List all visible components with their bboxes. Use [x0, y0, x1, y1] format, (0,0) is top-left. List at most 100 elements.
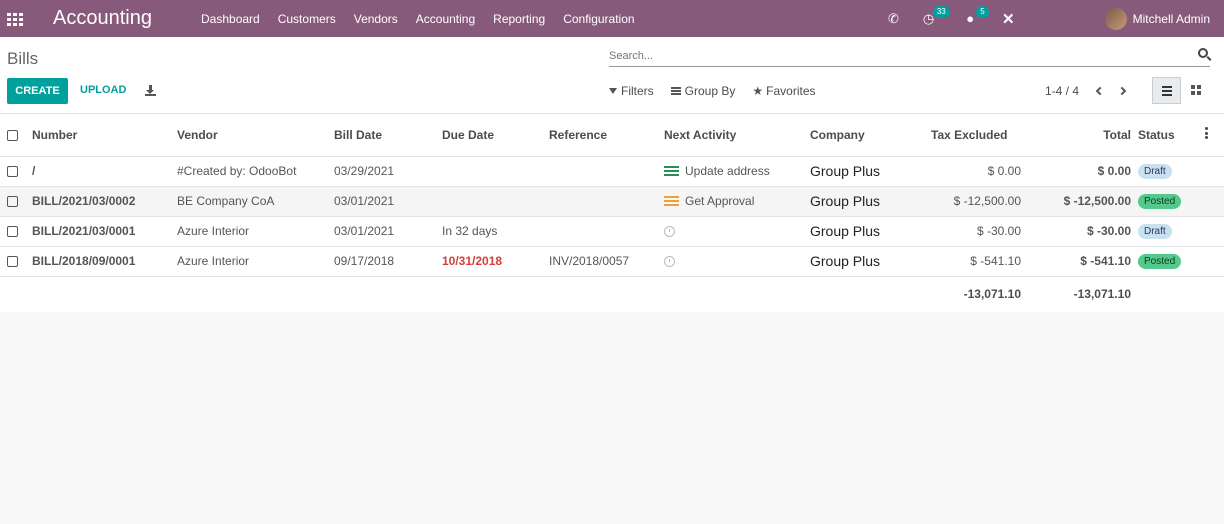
status-badge: Draft	[1138, 164, 1172, 179]
table-header-row: Number Vendor Bill Date Due Date Referen…	[0, 114, 1224, 157]
cell-tax-excluded: $ -541.10	[931, 246, 1021, 277]
user-avatar[interactable]	[1104, 7, 1127, 30]
cell-total: $ -30.00	[1021, 216, 1131, 247]
pager-next-icon[interactable]	[1117, 86, 1127, 96]
menu-vendors[interactable]: Vendors	[354, 12, 398, 26]
table-row[interactable]: BILL/2021/03/0001 Azure Interior 03/01/2…	[0, 216, 1224, 247]
table-row[interactable]: / #Created by: OdooBot 03/29/2021 Update…	[0, 156, 1224, 187]
col-vendor[interactable]: Vendor	[177, 114, 334, 157]
cell-reference: INV/2018/0057	[549, 246, 664, 277]
cell-total: $ -12,500.00	[1021, 186, 1131, 217]
col-due-date[interactable]: Due Date	[442, 114, 549, 157]
cell-company: Group Plus	[810, 186, 931, 217]
messages-count-badge: 5	[976, 6, 989, 18]
cell-company: Group Plus	[810, 216, 931, 247]
cell-tax-excluded: $ 0.00	[931, 156, 1021, 187]
pager-value[interactable]: 1-4 / 4	[1045, 84, 1079, 98]
kanban-view-button[interactable]	[1183, 77, 1212, 104]
cell-company: Group Plus	[810, 246, 931, 277]
cell-number: BILL/2018/09/0001	[32, 246, 177, 277]
app-title: Accounting	[53, 7, 152, 29]
cell-next-activity[interactable]	[664, 216, 810, 247]
upload-button[interactable]: UPLOAD	[80, 84, 126, 96]
table-row[interactable]: BILL/2021/03/0002 BE Company CoA 03/01/2…	[0, 186, 1224, 217]
activity-clock-icon	[664, 226, 675, 238]
cell-bill-date: 09/17/2018	[334, 246, 442, 277]
cell-number: /	[32, 156, 177, 187]
search-bar	[609, 46, 1210, 67]
cell-vendor: #Created by: OdooBot	[177, 156, 334, 187]
cell-bill-date: 03/01/2021	[334, 186, 442, 217]
total-tax-excluded: -13,071.10	[963, 287, 1021, 302]
status-badge: Posted	[1138, 254, 1182, 269]
col-total[interactable]: Total	[1021, 114, 1131, 157]
cell-reference	[549, 186, 664, 217]
cell-due-date	[442, 156, 549, 187]
cell-total: $ 0.00	[1021, 156, 1131, 187]
cell-next-activity[interactable]: Get Approval	[664, 186, 810, 217]
breadcrumb: Bills	[7, 49, 39, 68]
cell-next-activity[interactable]	[664, 246, 810, 277]
activity-label: Get Approval	[685, 194, 755, 208]
cell-total: $ -541.10	[1021, 246, 1131, 277]
status-badge: Posted	[1138, 194, 1182, 209]
search-options: Filters Group By ★ Favorites	[609, 84, 833, 98]
star-icon: ★	[752, 84, 764, 98]
activity-clock-icon[interactable]: ◷ 33	[923, 5, 950, 27]
col-status[interactable]: Status	[1131, 114, 1201, 157]
favorites-label: Favorites	[766, 84, 816, 98]
search-icon[interactable]	[1198, 48, 1208, 58]
activity-list-icon	[664, 166, 679, 177]
menu-dashboard[interactable]: Dashboard	[201, 12, 260, 26]
list-view-button[interactable]	[1152, 77, 1181, 104]
cell-due-date: 10/31/2018	[442, 246, 549, 277]
total-amount: -13,071.10	[1073, 287, 1131, 302]
apps-menu-icon[interactable]	[7, 12, 23, 26]
search-input[interactable]	[609, 46, 1189, 65]
menu-customers[interactable]: Customers	[278, 12, 336, 26]
col-reference[interactable]: Reference	[549, 114, 664, 157]
optional-columns-icon[interactable]	[1205, 126, 1208, 141]
cell-tax-excluded: $ -12,500.00	[931, 186, 1021, 217]
row-checkbox[interactable]	[7, 196, 18, 208]
cell-tax-excluded: $ -30.00	[931, 216, 1021, 247]
top-navbar: Accounting Dashboard Customers Vendors A…	[0, 0, 1224, 37]
row-checkbox[interactable]	[7, 166, 18, 178]
group-by-icon	[670, 87, 681, 95]
groupby-toggle[interactable]: Group By	[670, 84, 735, 98]
menu-configuration[interactable]: Configuration	[563, 12, 634, 26]
cell-vendor: Azure Interior	[177, 216, 334, 247]
select-all-checkbox[interactable]	[7, 130, 18, 142]
table-row[interactable]: BILL/2018/09/0001 Azure Interior 09/17/2…	[0, 246, 1224, 277]
user-name[interactable]: Mitchell Admin	[1133, 12, 1210, 26]
menu-reporting[interactable]: Reporting	[493, 12, 545, 26]
chat-bubble-icon[interactable]: ● 5	[966, 6, 989, 26]
activity-clock-icon	[664, 256, 675, 268]
phone-icon[interactable]: ✆	[888, 11, 899, 27]
control-panel: Bills CREATE UPLOAD Filters Group By ★ F…	[0, 37, 1224, 114]
main-menu: Dashboard Customers Vendors Accounting R…	[201, 12, 653, 26]
totals-row: -13,071.10 -13,071.10	[0, 276, 1224, 312]
favorites-toggle[interactable]: ★ Favorites	[752, 84, 815, 98]
cell-bill-date: 03/01/2021	[334, 216, 442, 247]
filters-toggle[interactable]: Filters	[609, 84, 654, 98]
col-tax-excluded[interactable]: Tax Excluded	[931, 114, 1021, 157]
download-icon-base	[145, 94, 156, 96]
row-checkbox[interactable]	[7, 226, 18, 238]
row-checkbox[interactable]	[7, 256, 18, 268]
cell-number: BILL/2021/03/0001	[32, 216, 177, 247]
bills-table: Number Vendor Bill Date Due Date Referen…	[0, 114, 1224, 312]
cell-next-activity[interactable]: Update address	[664, 156, 810, 187]
col-next-activity[interactable]: Next Activity	[664, 114, 810, 157]
filters-label: Filters	[621, 84, 654, 98]
menu-accounting[interactable]: Accounting	[416, 12, 475, 26]
col-bill-date[interactable]: Bill Date	[334, 114, 442, 157]
cell-vendor: Azure Interior	[177, 246, 334, 277]
col-company[interactable]: Company	[810, 114, 931, 157]
filter-funnel-icon	[609, 88, 617, 94]
cell-company: Group Plus	[810, 156, 931, 187]
close-x-icon[interactable]: ✕	[1002, 10, 1015, 28]
pager-previous-icon[interactable]	[1095, 86, 1105, 96]
create-button[interactable]: CREATE	[7, 78, 68, 104]
col-number[interactable]: Number	[32, 114, 177, 157]
